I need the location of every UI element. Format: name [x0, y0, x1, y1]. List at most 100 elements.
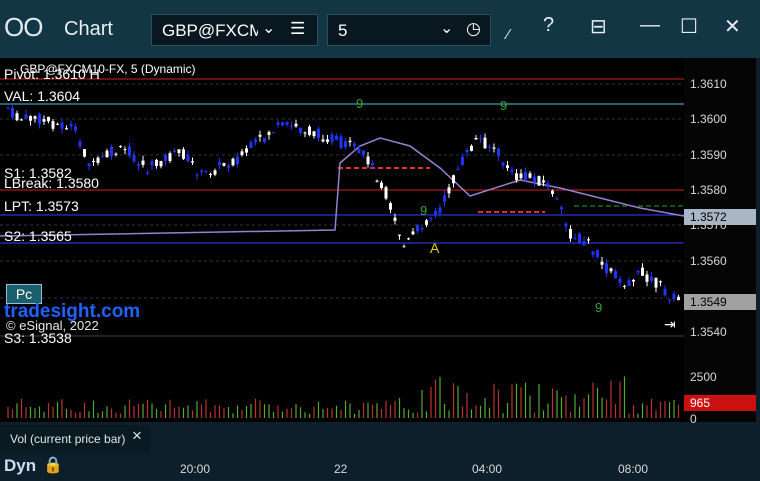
candle-body: [227, 165, 230, 168]
chevron-down-icon[interactable]: ⌄: [440, 18, 453, 38]
scroll-to-end-icon[interactable]: ⇥: [664, 316, 676, 333]
candle-body: [609, 268, 613, 272]
candle-body: [272, 131, 275, 133]
candle-body: [249, 142, 253, 148]
time-tick: 08:00: [618, 462, 649, 476]
help-icon[interactable]: ?: [543, 14, 554, 37]
candle-body: [42, 119, 46, 122]
layout-icon[interactable]: ⊟: [590, 14, 607, 39]
candle-body: [614, 271, 617, 279]
candle-body: [186, 154, 190, 162]
candle-body: [236, 156, 239, 165]
candle-body: [551, 190, 554, 195]
close-icon[interactable]: ✕: [724, 14, 741, 39]
candle-body: [461, 156, 464, 166]
pencil-icon[interactable]: ⁄: [507, 26, 510, 43]
candle-body: [389, 203, 392, 210]
candle-body: [623, 285, 626, 287]
candle-body: [182, 149, 185, 159]
candle-body: [533, 176, 536, 183]
minimize-icon[interactable]: —: [640, 14, 660, 37]
candle-body: [74, 126, 77, 131]
candle-body: [524, 172, 527, 181]
chart-app-icon[interactable]: OO: [4, 12, 43, 43]
candle-body: [168, 153, 172, 161]
candle-body: [92, 160, 95, 162]
candle-body: [465, 149, 469, 153]
candle-body: [164, 154, 167, 161]
candle-body: [393, 217, 397, 221]
candle-body: [497, 148, 500, 157]
candle-body: [411, 231, 415, 235]
candle-body: [425, 220, 428, 225]
candle-body: [362, 150, 365, 156]
candle-body: [65, 128, 68, 130]
time-tick: 04:00: [472, 462, 503, 476]
candle-body: [312, 131, 316, 137]
candle-body: [24, 114, 28, 119]
candle-body: [578, 233, 581, 243]
candle-body: [407, 238, 410, 240]
candle-body: [560, 207, 563, 210]
candle-body: [218, 162, 221, 166]
price-tick: 1.3540: [690, 325, 727, 339]
dynamic-mode-label[interactable]: Dyn: [4, 456, 36, 476]
candle-body: [173, 151, 176, 153]
volume-study-label: Vol (current price bar) ×: [0, 425, 150, 453]
candle-body: [263, 137, 266, 143]
candle-body: [573, 238, 577, 240]
candle-body: [204, 171, 208, 173]
candle-body: [528, 173, 532, 178]
candle-body: [299, 127, 302, 133]
candle-body: [6, 107, 10, 109]
candle-body: [114, 153, 118, 155]
candle-body: [636, 270, 640, 273]
candle-body: [416, 225, 419, 232]
candle-body: [344, 141, 347, 148]
candle-body: [650, 276, 653, 281]
candle-body: [434, 210, 437, 215]
candle-body: [402, 246, 406, 248]
candle-body: [240, 151, 244, 156]
candle-body: [398, 234, 401, 236]
menu-icon[interactable]: ☰: [290, 19, 305, 39]
candle-body: [600, 261, 604, 265]
candle-body: [330, 134, 334, 143]
candle-body: [110, 146, 113, 156]
price-tick: 1.3560: [690, 254, 727, 268]
candle-body: [69, 124, 73, 127]
candle-body: [371, 162, 374, 166]
interval-input[interactable]: 5 ⌄ ◷: [327, 14, 491, 46]
candle-body: [632, 279, 635, 282]
candle-body: [123, 149, 127, 151]
candle-body: [510, 169, 514, 172]
candle-body: [384, 187, 388, 199]
candle-body: [357, 149, 361, 154]
time-tick: 22: [334, 462, 348, 476]
interval-value: 5: [338, 21, 348, 40]
candle-body: [488, 146, 491, 148]
candle-body: [213, 170, 217, 175]
candle-body: [587, 239, 590, 241]
clock-icon[interactable]: ◷: [466, 19, 481, 39]
maximize-icon[interactable]: ☐: [680, 14, 698, 39]
candle-body: [231, 158, 235, 166]
volume-study-name: Vol (current price bar): [10, 432, 126, 446]
candle-body: [569, 228, 572, 239]
candle-body: [308, 126, 311, 135]
candle-body: [141, 160, 145, 165]
candle-body: [326, 139, 329, 142]
lock-icon[interactable]: 🔒: [43, 455, 63, 475]
td-count-9: 9: [356, 96, 364, 111]
candle-body: [429, 217, 433, 219]
candle-body: [245, 148, 248, 153]
candle-body: [20, 119, 23, 121]
chevron-down-icon[interactable]: ⌄: [262, 18, 275, 38]
candle-body: [627, 280, 631, 286]
close-study-icon[interactable]: ×: [132, 426, 142, 446]
time-tick: 20:00: [180, 462, 211, 476]
volume-current-tag: 965: [684, 395, 756, 411]
candle-body: [60, 122, 64, 129]
symbol-input[interactable]: GBP@FXCM ⌄ ☰: [151, 14, 318, 46]
candle-body: [137, 164, 140, 166]
